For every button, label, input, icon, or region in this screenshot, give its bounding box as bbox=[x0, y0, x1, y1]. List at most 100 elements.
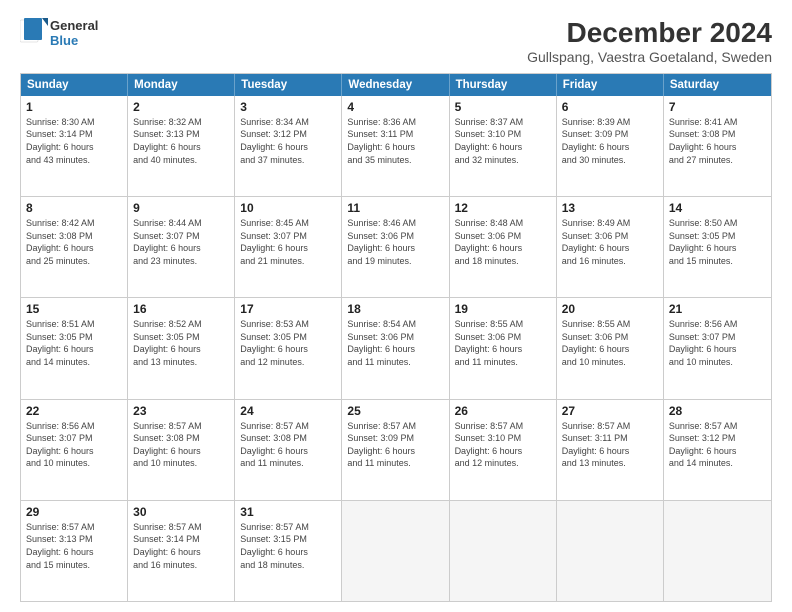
calendar-cell: 15Sunrise: 8:51 AM Sunset: 3:05 PM Dayli… bbox=[21, 298, 128, 398]
calendar-cell: 7 Sunrise: 8:41 AM Sunset: 3:08 PM Daylig… bbox=[664, 96, 771, 196]
day-info: Sunrise: 8:57 AM Sunset: 3:08 PM Dayligh… bbox=[133, 420, 229, 470]
logo: General Blue bbox=[20, 18, 98, 50]
calendar-cell: 28 Sunrise: 8:57 AM Sunset: 3:12 PM Dayli… bbox=[664, 400, 771, 500]
calendar-cell: 6 Sunrise: 8:39 AM Sunset: 3:09 PM Daylig… bbox=[557, 96, 664, 196]
day-number: 16 bbox=[133, 302, 229, 316]
logo-graphic bbox=[20, 18, 48, 50]
calendar-header-wednesday: Wednesday bbox=[342, 74, 449, 96]
day-number: 28 bbox=[669, 404, 766, 418]
logo-blue-text: Blue bbox=[50, 34, 98, 49]
calendar-cell: 10Sunrise: 8:45 AM Sunset: 3:07 PM Dayli… bbox=[235, 197, 342, 297]
day-number: 7 bbox=[669, 100, 766, 114]
day-info: Sunrise: 8:57 AM Sunset: 3:08 PM Dayligh… bbox=[240, 420, 336, 470]
day-number: 24 bbox=[240, 404, 336, 418]
calendar-cell: 12Sunrise: 8:48 AM Sunset: 3:06 PM Dayli… bbox=[450, 197, 557, 297]
day-info: Sunrise: 8:57 AM Sunset: 3:12 PM Dayligh… bbox=[669, 420, 766, 470]
day-info: Sunrise: 8:52 AM Sunset: 3:05 PM Dayligh… bbox=[133, 318, 229, 368]
day-number: 22 bbox=[26, 404, 122, 418]
calendar-row-1: 1 Sunrise: 8:30 AM Sunset: 3:14 PM Daylig… bbox=[21, 96, 771, 197]
day-number: 19 bbox=[455, 302, 551, 316]
day-number: 8 bbox=[26, 201, 122, 215]
calendar-cell: 11 Sunrise: 8:46 AM Sunset: 3:06 PM Dayli… bbox=[342, 197, 449, 297]
calendar-cell: 16 Sunrise: 8:52 AM Sunset: 3:05 PM Dayli… bbox=[128, 298, 235, 398]
day-number: 2 bbox=[133, 100, 229, 114]
day-number: 9 bbox=[133, 201, 229, 215]
calendar-cell: 21 Sunrise: 8:56 AM Sunset: 3:07 PM Dayli… bbox=[664, 298, 771, 398]
day-number: 29 bbox=[26, 505, 122, 519]
day-number: 14 bbox=[669, 201, 766, 215]
day-number: 15 bbox=[26, 302, 122, 316]
day-info: Sunrise: 8:49 AM Sunset: 3:06 PM Dayligh… bbox=[562, 217, 658, 267]
calendar-cell bbox=[450, 501, 557, 601]
day-info: Sunrise: 8:54 AM Sunset: 3:06 PM Dayligh… bbox=[347, 318, 443, 368]
day-info: Sunrise: 8:42 AM Sunset: 3:08 PM Dayligh… bbox=[26, 217, 122, 267]
calendar-header-monday: Monday bbox=[128, 74, 235, 96]
calendar-header-sunday: Sunday bbox=[21, 74, 128, 96]
calendar-cell: 24 Sunrise: 8:57 AM Sunset: 3:08 PM Dayli… bbox=[235, 400, 342, 500]
calendar-header: SundayMondayTuesdayWednesdayThursdayFrid… bbox=[21, 74, 771, 96]
day-info: Sunrise: 8:57 AM Sunset: 3:15 PM Dayligh… bbox=[240, 521, 336, 571]
subtitle: Gullspang, Vaestra Goetaland, Sweden bbox=[527, 49, 772, 65]
main-title: December 2024 bbox=[527, 18, 772, 49]
calendar-cell: 31Sunrise: 8:57 AM Sunset: 3:15 PM Dayli… bbox=[235, 501, 342, 601]
day-info: Sunrise: 8:34 AM Sunset: 3:12 PM Dayligh… bbox=[240, 116, 336, 166]
day-number: 17 bbox=[240, 302, 336, 316]
day-number: 21 bbox=[669, 302, 766, 316]
day-info: Sunrise: 8:41 AM Sunset: 3:08 PM Dayligh… bbox=[669, 116, 766, 166]
day-info: Sunrise: 8:44 AM Sunset: 3:07 PM Dayligh… bbox=[133, 217, 229, 267]
day-number: 25 bbox=[347, 404, 443, 418]
calendar-cell: 8 Sunrise: 8:42 AM Sunset: 3:08 PM Daylig… bbox=[21, 197, 128, 297]
day-number: 3 bbox=[240, 100, 336, 114]
calendar-cell: 13 Sunrise: 8:49 AM Sunset: 3:06 PM Dayli… bbox=[557, 197, 664, 297]
calendar-cell bbox=[664, 501, 771, 601]
day-info: Sunrise: 8:37 AM Sunset: 3:10 PM Dayligh… bbox=[455, 116, 551, 166]
day-number: 20 bbox=[562, 302, 658, 316]
calendar-cell: 18 Sunrise: 8:54 AM Sunset: 3:06 PM Dayli… bbox=[342, 298, 449, 398]
day-number: 11 bbox=[347, 201, 443, 215]
calendar-cell: 27Sunrise: 8:57 AM Sunset: 3:11 PM Dayli… bbox=[557, 400, 664, 500]
day-info: Sunrise: 8:36 AM Sunset: 3:11 PM Dayligh… bbox=[347, 116, 443, 166]
day-number: 30 bbox=[133, 505, 229, 519]
calendar: SundayMondayTuesdayWednesdayThursdayFrid… bbox=[20, 73, 772, 602]
calendar-cell: 23 Sunrise: 8:57 AM Sunset: 3:08 PM Dayli… bbox=[128, 400, 235, 500]
day-number: 5 bbox=[455, 100, 551, 114]
logo-general-text: General bbox=[50, 19, 98, 34]
calendar-cell: 22Sunrise: 8:56 AM Sunset: 3:07 PM Dayli… bbox=[21, 400, 128, 500]
day-info: Sunrise: 8:39 AM Sunset: 3:09 PM Dayligh… bbox=[562, 116, 658, 166]
calendar-cell: 9 Sunrise: 8:44 AM Sunset: 3:07 PM Daylig… bbox=[128, 197, 235, 297]
day-info: Sunrise: 8:45 AM Sunset: 3:07 PM Dayligh… bbox=[240, 217, 336, 267]
calendar-row-2: 8 Sunrise: 8:42 AM Sunset: 3:08 PM Daylig… bbox=[21, 197, 771, 298]
day-info: Sunrise: 8:56 AM Sunset: 3:07 PM Dayligh… bbox=[669, 318, 766, 368]
day-info: Sunrise: 8:46 AM Sunset: 3:06 PM Dayligh… bbox=[347, 217, 443, 267]
calendar-cell: 14 Sunrise: 8:50 AM Sunset: 3:05 PM Dayli… bbox=[664, 197, 771, 297]
day-number: 13 bbox=[562, 201, 658, 215]
day-info: Sunrise: 8:57 AM Sunset: 3:14 PM Dayligh… bbox=[133, 521, 229, 571]
day-number: 18 bbox=[347, 302, 443, 316]
title-block: December 2024 Gullspang, Vaestra Goetala… bbox=[527, 18, 772, 65]
day-number: 12 bbox=[455, 201, 551, 215]
calendar-cell: 25Sunrise: 8:57 AM Sunset: 3:09 PM Dayli… bbox=[342, 400, 449, 500]
calendar-header-saturday: Saturday bbox=[664, 74, 771, 96]
day-number: 23 bbox=[133, 404, 229, 418]
calendar-header-tuesday: Tuesday bbox=[235, 74, 342, 96]
calendar-cell: 19 Sunrise: 8:55 AM Sunset: 3:06 PM Dayli… bbox=[450, 298, 557, 398]
day-number: 4 bbox=[347, 100, 443, 114]
calendar-body: 1 Sunrise: 8:30 AM Sunset: 3:14 PM Daylig… bbox=[21, 96, 771, 601]
calendar-row-3: 15Sunrise: 8:51 AM Sunset: 3:05 PM Dayli… bbox=[21, 298, 771, 399]
calendar-cell bbox=[342, 501, 449, 601]
calendar-row-4: 22Sunrise: 8:56 AM Sunset: 3:07 PM Dayli… bbox=[21, 400, 771, 501]
day-info: Sunrise: 8:30 AM Sunset: 3:14 PM Dayligh… bbox=[26, 116, 122, 166]
day-info: Sunrise: 8:50 AM Sunset: 3:05 PM Dayligh… bbox=[669, 217, 766, 267]
day-number: 6 bbox=[562, 100, 658, 114]
day-info: Sunrise: 8:32 AM Sunset: 3:13 PM Dayligh… bbox=[133, 116, 229, 166]
calendar-cell: 17Sunrise: 8:53 AM Sunset: 3:05 PM Dayli… bbox=[235, 298, 342, 398]
day-number: 1 bbox=[26, 100, 122, 114]
day-info: Sunrise: 8:55 AM Sunset: 3:06 PM Dayligh… bbox=[455, 318, 551, 368]
calendar-cell: 26Sunrise: 8:57 AM Sunset: 3:10 PM Dayli… bbox=[450, 400, 557, 500]
calendar-cell: 20Sunrise: 8:55 AM Sunset: 3:06 PM Dayli… bbox=[557, 298, 664, 398]
calendar-cell: 1 Sunrise: 8:30 AM Sunset: 3:14 PM Daylig… bbox=[21, 96, 128, 196]
page-header: General Blue December 2024 Gullspang, Va… bbox=[20, 18, 772, 65]
calendar-header-thursday: Thursday bbox=[450, 74, 557, 96]
day-info: Sunrise: 8:57 AM Sunset: 3:13 PM Dayligh… bbox=[26, 521, 122, 571]
calendar-header-friday: Friday bbox=[557, 74, 664, 96]
